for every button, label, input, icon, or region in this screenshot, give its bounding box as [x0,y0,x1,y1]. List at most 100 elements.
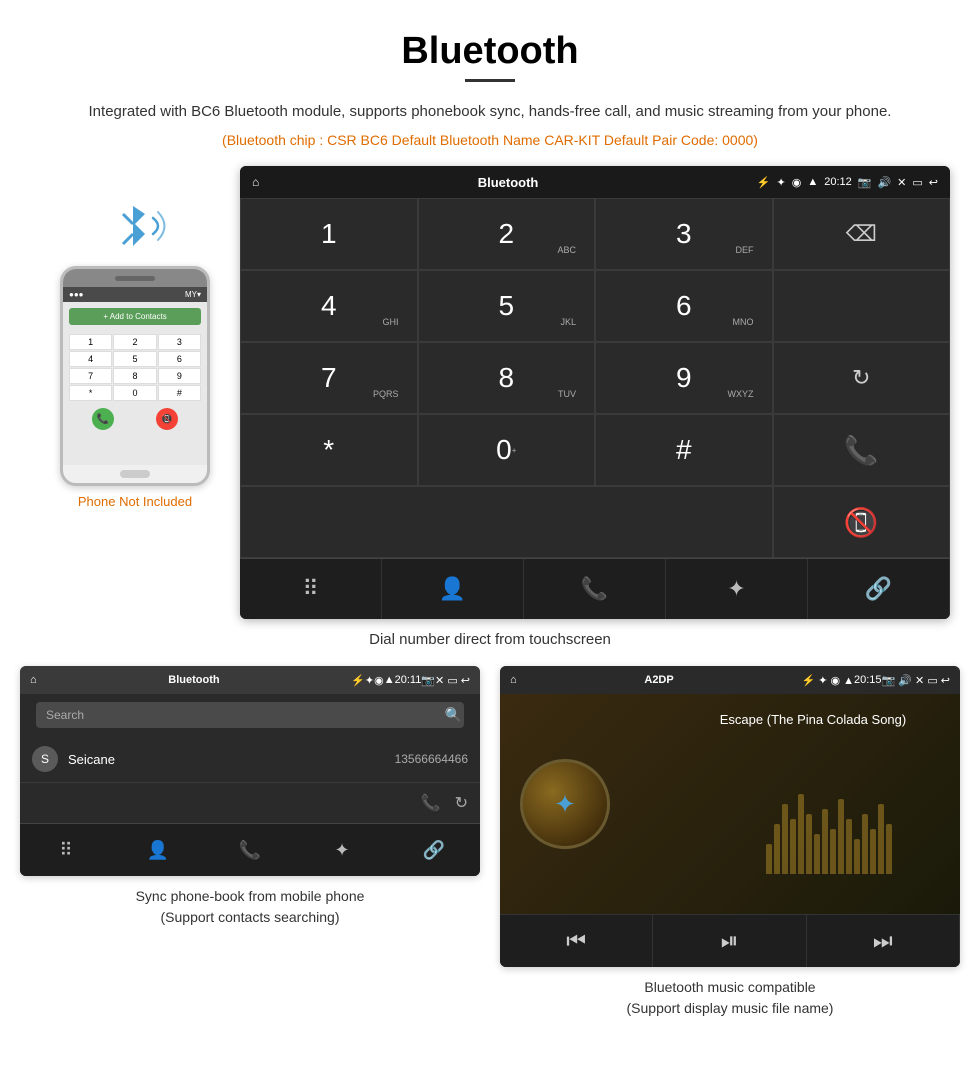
dialpad-bottom-nav: ⠿ 👤 📞 ✦ 🔗 [240,558,950,619]
music-playpause-btn[interactable]: ⏯ [653,915,806,967]
statusbar-left-icons: ⌂ [252,175,259,189]
back-icon: ↩ [929,176,938,189]
eq-bar-9 [830,829,836,874]
phone-key-2: 2 [113,334,156,350]
camera-icon: 📷 [858,176,872,189]
usb-icon: ⚡ [757,176,771,189]
eq-bar-8 [822,809,828,874]
eq-bar-6 [806,814,812,874]
pb-usb-icon: ⚡ [351,674,365,687]
phonebook-caption: Sync phone-book from mobile phone (Suppo… [136,886,365,928]
phone-bottom-buttons: 📞 📵 [63,404,207,434]
eq-bar-16 [886,824,892,874]
location-icon: ◉ [792,176,802,189]
dial-key-3[interactable]: 3DEF [595,198,773,270]
dial-refresh[interactable]: ↻ [773,342,951,414]
dial-key-7[interactable]: 7PQRS [240,342,418,414]
pb-nav-user[interactable]: 👤 [112,824,204,876]
eq-bar-12 [854,839,860,874]
pb-home-icon: ⌂ [30,674,37,686]
pb-nav-phone[interactable]: 📞 [204,824,296,876]
pb-nav-dialpad[interactable]: ⠿ [20,824,112,876]
window-icon: ▭ [912,176,922,189]
dial-key-0[interactable]: 0+ [418,414,596,486]
home-icon: ⌂ [252,175,259,189]
statusbar-right-icons: ⚡ ✦ ◉ ▲ 20:12 📷 🔊 ✕ ▭ ↩ [757,176,938,189]
pb-action-call-icon[interactable]: 📞 [421,793,441,813]
dial-call-red[interactable]: 📵 [773,486,951,558]
music-cam-icon: 📷 🔊 ✕ ▭ ↩ [882,674,950,687]
phone-key-7: 7 [69,368,112,384]
pb-contact-name: Seicane [68,752,395,767]
close-icon: ✕ [897,176,906,189]
bottom-nav-link[interactable]: 🔗 [808,559,950,619]
pb-cam-icon: 📷 [421,674,435,687]
music-home-icon: ⌂ [510,674,517,686]
phone-key-5: 5 [113,351,156,367]
dial-key-2[interactable]: 2ABC [418,198,596,270]
phone-speaker [115,276,155,281]
dial-call-green[interactable]: 📞 [773,414,951,486]
title-divider [465,79,515,82]
pb-search-field[interactable]: Search [36,702,464,728]
music-section: ⌂ A2DP ⚡ ✦ ◉ ▲ 20:15 📷 🔊 ✕ ▭ ↩ ✦ Escape … [500,666,960,1019]
phone-key-hash: # [158,385,201,401]
bottom-nav-dialpad[interactable]: ⠿ [240,559,382,619]
pb-sig-icon: ▲ [384,674,395,686]
statusbar-app-name: Bluetooth [259,175,757,190]
pb-nav-link[interactable]: 🔗 [388,824,480,876]
eq-bar-5 [798,794,804,874]
bottom-nav-bluetooth[interactable]: ✦ [666,559,808,619]
volume-icon: 🔊 [877,176,891,189]
bottom-nav-contacts[interactable]: 👤 [382,559,524,619]
dial-key-9[interactable]: 9WXYZ [595,342,773,414]
dial-backspace[interactable]: ⌫ [773,198,951,270]
pb-bottom-nav: ⠿ 👤 📞 ✦ 🔗 [20,823,480,876]
dial-key-star[interactable]: * [240,414,418,486]
eq-bar-3 [782,804,788,874]
music-statusbar: ⌂ A2DP ⚡ ✦ ◉ ▲ 20:15 📷 🔊 ✕ ▭ ↩ [500,666,960,694]
dial-key-8[interactable]: 8TUV [418,342,596,414]
music-main-area: ✦ Escape (The Pina Colada Song) [500,694,960,914]
phone-key-4: 4 [69,351,112,367]
music-android-screen: ⌂ A2DP ⚡ ✦ ◉ ▲ 20:15 📷 🔊 ✕ ▭ ↩ ✦ Escape … [500,666,960,967]
pb-loc-icon: ◉ [374,674,384,687]
music-prev-btn[interactable]: ⏮ [500,915,653,967]
dial-key-4[interactable]: 4GHI [240,270,418,342]
phone-home-button [120,470,150,478]
dial-key-5[interactable]: 5JKL [418,270,596,342]
phone-key-8: 8 [113,368,156,384]
dial-key-1[interactable]: 1 [240,198,418,270]
phone-key-3: 3 [158,334,201,350]
phonebook-screen: ⌂ Bluetooth ⚡ ✦ ◉ ▲ 20:11 📷 ✕ ▭ ↩ Search… [20,666,480,876]
pb-nav-bt[interactable]: ✦ [296,824,388,876]
dial-caption: Dial number direct from touchscreen [0,631,980,648]
phone-not-included-label: Phone Not Included [78,494,192,509]
dial-key-hash[interactable]: # [595,414,773,486]
music-controls: ⏮ ⏯ ⏭ [500,914,960,967]
music-equalizer [766,704,950,874]
music-next-btn[interactable]: ⏭ [807,915,960,967]
eq-bar-1 [766,844,772,874]
music-app-name: A2DP [517,674,802,686]
pb-bt-icon: ✦ [365,674,374,687]
music-usb-icon: ⚡ ✦ ◉ ▲ [801,674,854,687]
phone-illustration: ●●●MY▾ + Add to Contacts 1 2 3 4 5 6 7 8… [30,166,240,509]
eq-bar-10 [838,799,844,874]
phone-call-btn: 📞 [92,408,114,430]
bottom-nav-phone[interactable]: 📞 [524,559,666,619]
pb-action-icons: 📞 ↻ [20,783,480,823]
pb-action-sync-icon[interactable]: ↻ [455,793,468,813]
bottom-section: ⌂ Bluetooth ⚡ ✦ ◉ ▲ 20:11 📷 ✕ ▭ ↩ Search… [0,666,980,1019]
page-title: Bluetooth [0,0,980,79]
dial-empty-2 [240,486,773,558]
phone-screen: ●●●MY▾ + Add to Contacts 1 2 3 4 5 6 7 8… [63,287,207,465]
pb-contact-avatar: S [32,746,58,772]
time-display: 20:12 [824,176,852,188]
eq-bar-7 [814,834,820,874]
phone-key-6: 6 [158,351,201,367]
call-red-icon: 📵 [844,506,879,539]
dial-key-6[interactable]: 6MNO [595,270,773,342]
eq-bar-13 [862,814,868,874]
eq-bar-14 [870,829,876,874]
